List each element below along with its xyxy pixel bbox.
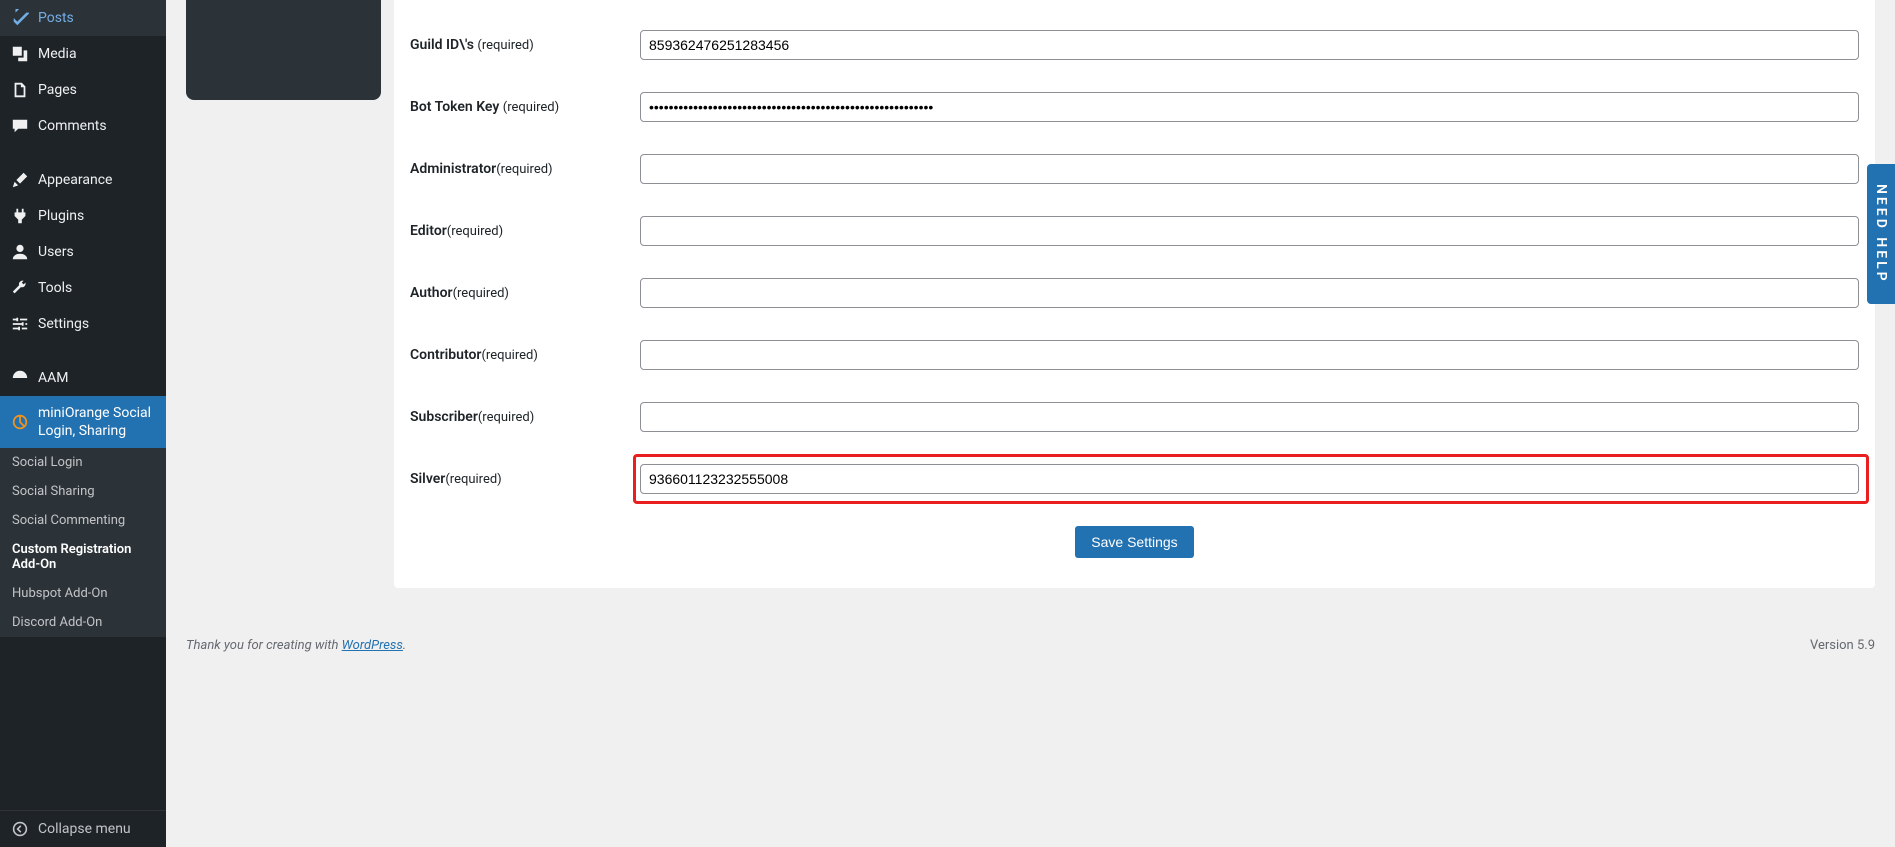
collapse-icon [10, 819, 30, 839]
subscriber-input[interactable] [640, 402, 1859, 432]
wrench-icon [10, 278, 30, 298]
silver-input[interactable] [640, 464, 1859, 494]
sidebar-label: Plugins [38, 208, 84, 224]
miniorange-icon [10, 412, 30, 432]
wordpress-link[interactable]: WordPress [342, 638, 403, 653]
editor-input[interactable] [640, 216, 1859, 246]
user-icon [10, 242, 30, 262]
contributor-label: Contributor(required) [410, 347, 624, 363]
author-input[interactable] [640, 278, 1859, 308]
sidebar-item-plugins[interactable]: Plugins [0, 198, 166, 234]
form-row-author: Author(required) [410, 278, 1859, 308]
form-row-contributor: Contributor(required) [410, 340, 1859, 370]
form-row-subscriber: Subscriber(required) [410, 402, 1859, 432]
silver-label: Silver(required) [410, 471, 624, 487]
pin-icon [10, 8, 30, 28]
sidebar-label: miniOrange Social Login, Sharing [38, 404, 156, 440]
sidebar-label: Media [38, 46, 77, 62]
save-settings-button[interactable]: Save Settings [1075, 526, 1193, 558]
sidebar-item-pages[interactable]: Pages [0, 72, 166, 108]
sidebar-label: Posts [38, 10, 74, 26]
sidebar-item-users[interactable]: Users [0, 234, 166, 270]
media-icon [10, 44, 30, 64]
form-row-guild-id: Guild ID\'s (required) [410, 30, 1859, 60]
author-label: Author(required) [410, 285, 624, 301]
sidebar-item-tools[interactable]: Tools [0, 270, 166, 306]
subscriber-label: Subscriber(required) [410, 409, 624, 425]
sidebar-label: Comments [38, 118, 107, 134]
admin-sidebar: Posts Media Pages Comments Ap [0, 0, 166, 847]
submenu-discord[interactable]: Discord Add-On [0, 608, 166, 637]
guild-id-input[interactable] [640, 30, 1859, 60]
sidebar-label: Pages [38, 82, 77, 98]
sidebar-label: Appearance [38, 172, 112, 188]
sidebar-label: Settings [38, 316, 89, 332]
footer-thankyou: Thank you for creating with WordPress. [186, 638, 406, 653]
contributor-input[interactable] [640, 340, 1859, 370]
sliders-icon [10, 314, 30, 334]
need-help-tab[interactable]: NEED HELP [1867, 164, 1895, 304]
settings-form-card: Guild ID\'s (required) Bot Token Key (re… [394, 0, 1875, 588]
sidebar-item-settings[interactable]: Settings [0, 306, 166, 342]
guild-id-label: Guild ID\'s (required) [410, 37, 624, 53]
sidebar-label: Tools [38, 280, 72, 296]
footer-version: Version 5.9 [1810, 638, 1875, 653]
form-row-administrator: Administrator(required) [410, 154, 1859, 184]
form-row-editor: Editor(required) [410, 216, 1859, 246]
sidebar-item-appearance[interactable]: Appearance [0, 162, 166, 198]
sidebar-label: AAM [38, 370, 69, 386]
brush-icon [10, 170, 30, 190]
submenu-hubspot[interactable]: Hubspot Add-On [0, 579, 166, 608]
bot-token-input[interactable] [640, 92, 1859, 122]
editor-label: Editor(required) [410, 223, 624, 239]
submenu-social-sharing[interactable]: Social Sharing [0, 477, 166, 506]
pages-icon [10, 80, 30, 100]
sidebar-label: Users [38, 244, 74, 260]
admin-footer: Thank you for creating with WordPress. V… [186, 638, 1875, 653]
sidebar-item-media[interactable]: Media [0, 36, 166, 72]
comment-icon [10, 116, 30, 136]
sidebar-item-comments[interactable]: Comments [0, 108, 166, 144]
plugin-icon [10, 206, 30, 226]
submenu: Social Login Social Sharing Social Comme… [0, 448, 166, 637]
aam-icon [10, 368, 30, 388]
submenu-custom-registration[interactable]: Custom Registration Add-On [0, 535, 166, 579]
submenu-social-commenting[interactable]: Social Commenting [0, 506, 166, 535]
main-content: Guild ID\'s (required) Bot Token Key (re… [166, 0, 1895, 847]
form-row-bot-token: Bot Token Key (required) [410, 92, 1859, 122]
sidebar-item-posts[interactable]: Posts [0, 0, 166, 36]
bot-token-label: Bot Token Key (required) [410, 99, 624, 115]
dark-panel [186, 0, 381, 100]
collapse-menu-button[interactable]: Collapse menu [0, 810, 166, 847]
sidebar-item-miniorange[interactable]: miniOrange Social Login, Sharing [0, 396, 166, 448]
collapse-label: Collapse menu [38, 821, 131, 837]
submenu-social-login[interactable]: Social Login [0, 448, 166, 477]
administrator-input[interactable] [640, 154, 1859, 184]
administrator-label: Administrator(required) [410, 161, 624, 177]
sidebar-item-aam[interactable]: AAM [0, 360, 166, 396]
form-row-silver: Silver(required) [410, 464, 1859, 494]
